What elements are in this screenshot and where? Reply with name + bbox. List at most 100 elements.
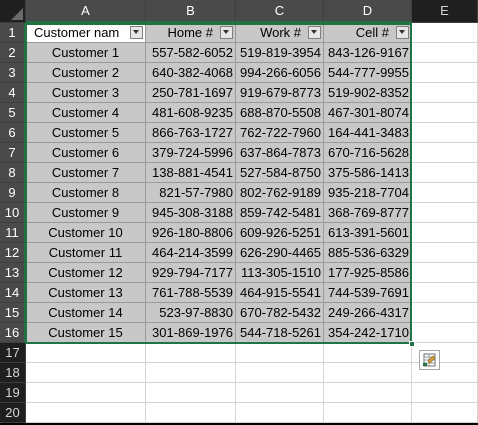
fill-handle[interactable]	[409, 341, 415, 347]
cell-e15[interactable]	[412, 303, 478, 323]
cell-c7[interactable]: 637-864-7873	[236, 143, 324, 163]
cell-a4[interactable]: Customer 3	[26, 83, 146, 103]
cell-e10[interactable]	[412, 203, 478, 223]
column-header-b[interactable]: B	[146, 0, 236, 23]
cell-a3[interactable]: Customer 2	[26, 63, 146, 83]
cell-e2[interactable]	[412, 43, 478, 63]
cell-a8[interactable]: Customer 7	[26, 163, 146, 183]
cell-d9[interactable]: 935-218-7704	[324, 183, 412, 203]
cell-d20[interactable]	[324, 403, 412, 423]
row-header-1[interactable]: 1	[0, 23, 26, 43]
cell-a15[interactable]: Customer 14	[26, 303, 146, 323]
cell-c2[interactable]: 519-819-3954	[236, 43, 324, 63]
row-header-5[interactable]: 5	[0, 103, 26, 123]
cell-e7[interactable]	[412, 143, 478, 163]
cell-c11[interactable]: 609-926-5251	[236, 223, 324, 243]
cell-a14[interactable]: Customer 13	[26, 283, 146, 303]
cell-a19[interactable]	[26, 383, 146, 403]
cell-c19[interactable]	[236, 383, 324, 403]
filter-dropdown-icon[interactable]	[396, 26, 409, 39]
cell-d6[interactable]: 164-441-3483	[324, 123, 412, 143]
row-header-3[interactable]: 3	[0, 63, 26, 83]
cell-c14[interactable]: 464-915-5541	[236, 283, 324, 303]
cell-d10[interactable]: 368-769-8777	[324, 203, 412, 223]
quick-analysis-icon[interactable]	[419, 350, 440, 370]
cell-b9[interactable]: 821-57-7980	[146, 183, 236, 203]
cell-b20[interactable]	[146, 403, 236, 423]
cell-d2[interactable]: 843-126-9167	[324, 43, 412, 63]
cell-d15[interactable]: 249-266-4317	[324, 303, 412, 323]
cell-c12[interactable]: 626-290-4465	[236, 243, 324, 263]
row-header-18[interactable]: 18	[0, 363, 26, 383]
cell-e19[interactable]	[412, 383, 478, 403]
cell-a10[interactable]: Customer 9	[26, 203, 146, 223]
cell-d13[interactable]: 177-925-8586	[324, 263, 412, 283]
cell-e14[interactable]	[412, 283, 478, 303]
row-header-2[interactable]: 2	[0, 43, 26, 63]
cell-a16[interactable]: Customer 15	[26, 323, 146, 343]
cell-c16[interactable]: 544-718-5261	[236, 323, 324, 343]
cell-b11[interactable]: 926-180-8806	[146, 223, 236, 243]
cell-a13[interactable]: Customer 12	[26, 263, 146, 283]
cell-d4[interactable]: 519-902-8352	[324, 83, 412, 103]
row-header-9[interactable]: 9	[0, 183, 26, 203]
cell-a2[interactable]: Customer 1	[26, 43, 146, 63]
cell-a18[interactable]	[26, 363, 146, 383]
cell-e4[interactable]	[412, 83, 478, 103]
cell-a6[interactable]: Customer 5	[26, 123, 146, 143]
cell-a5[interactable]: Customer 4	[26, 103, 146, 123]
cell-b8[interactable]: 138-881-4541	[146, 163, 236, 183]
cell-d14[interactable]: 744-539-7691	[324, 283, 412, 303]
row-header-13[interactable]: 13	[0, 263, 26, 283]
header-cell-b[interactable]: Home #	[146, 23, 236, 43]
cell-b10[interactable]: 945-308-3188	[146, 203, 236, 223]
cell-c18[interactable]	[236, 363, 324, 383]
cell-e12[interactable]	[412, 243, 478, 263]
cell-c15[interactable]: 670-782-5432	[236, 303, 324, 323]
row-header-10[interactable]: 10	[0, 203, 26, 223]
cell-d18[interactable]	[324, 363, 412, 383]
cell-e11[interactable]	[412, 223, 478, 243]
cell-a9[interactable]: Customer 8	[26, 183, 146, 203]
header-cell-d[interactable]: Cell #	[324, 23, 412, 43]
cell-b13[interactable]: 929-794-7177	[146, 263, 236, 283]
column-header-d[interactable]: D	[324, 0, 412, 23]
select-all-icon[interactable]	[0, 0, 26, 23]
cell-c17[interactable]	[236, 343, 324, 363]
cell-b4[interactable]: 250-781-1697	[146, 83, 236, 103]
cell-e13[interactable]	[412, 263, 478, 283]
cell-d11[interactable]: 613-391-5601	[324, 223, 412, 243]
cell-e3[interactable]	[412, 63, 478, 83]
cell-e16[interactable]	[412, 323, 478, 343]
cell-c5[interactable]: 688-870-5508	[236, 103, 324, 123]
cell-b18[interactable]	[146, 363, 236, 383]
row-header-8[interactable]: 8	[0, 163, 26, 183]
cell-b5[interactable]: 481-608-9235	[146, 103, 236, 123]
cell-b14[interactable]: 761-788-5539	[146, 283, 236, 303]
cell-c10[interactable]: 859-742-5481	[236, 203, 324, 223]
cell-b2[interactable]: 557-582-6052	[146, 43, 236, 63]
cell-c20[interactable]	[236, 403, 324, 423]
row-header-20[interactable]: 20	[0, 403, 26, 423]
header-cell-c[interactable]: Work #	[236, 23, 324, 43]
cell-d3[interactable]: 544-777-9955	[324, 63, 412, 83]
cell-b16[interactable]: 301-869-1976	[146, 323, 236, 343]
cell-e20[interactable]	[412, 403, 478, 423]
cell-e8[interactable]	[412, 163, 478, 183]
row-header-17[interactable]: 17	[0, 343, 26, 363]
cell-c8[interactable]: 527-584-8750	[236, 163, 324, 183]
cell-c9[interactable]: 802-762-9189	[236, 183, 324, 203]
cell-a17[interactable]	[26, 343, 146, 363]
cell-a12[interactable]: Customer 11	[26, 243, 146, 263]
cell-e9[interactable]	[412, 183, 478, 203]
cell-c4[interactable]: 919-679-8773	[236, 83, 324, 103]
cell-c3[interactable]: 994-266-6056	[236, 63, 324, 83]
row-header-6[interactable]: 6	[0, 123, 26, 143]
cell-a11[interactable]: Customer 10	[26, 223, 146, 243]
cell-b15[interactable]: 523-97-8830	[146, 303, 236, 323]
column-header-e[interactable]: E	[412, 0, 478, 23]
cell-b12[interactable]: 464-214-3599	[146, 243, 236, 263]
cell-d17[interactable]	[324, 343, 412, 363]
cell-d12[interactable]: 885-536-6329	[324, 243, 412, 263]
cell-d7[interactable]: 670-716-5628	[324, 143, 412, 163]
